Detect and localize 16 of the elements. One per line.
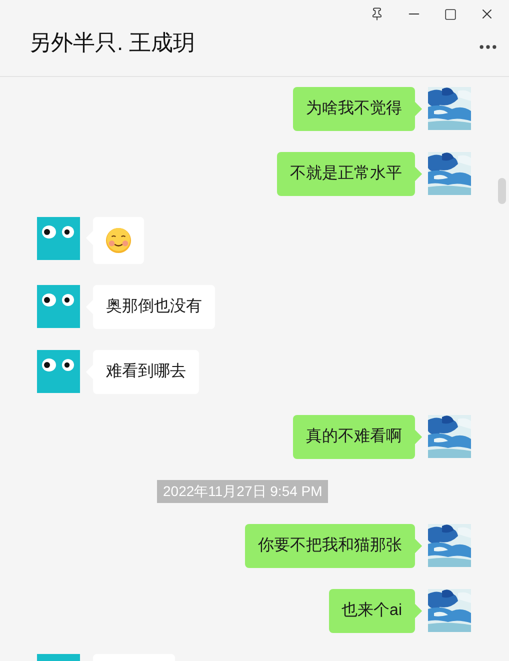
avatar[interactable] <box>37 350 80 393</box>
pin-icon[interactable] <box>370 7 384 21</box>
message-text: 不就是正常水平 <box>290 164 402 184</box>
message-text: 为啥我不觉得 <box>306 98 402 119</box>
timestamp: 2022年11月27日 9:54 PM <box>157 480 328 503</box>
message-text: 真的不难看啊 <box>306 426 402 447</box>
maximize-icon[interactable] <box>444 8 457 20</box>
avatar[interactable] <box>37 217 80 260</box>
scrollbar[interactable] <box>498 178 506 204</box>
message-text: 奥那倒也没有 <box>106 296 202 317</box>
message-text: 难看到哪去 <box>106 362 186 382</box>
window-title: 另外半只. 王成玥 <box>29 29 196 57</box>
avatar[interactable] <box>37 285 80 328</box>
smiling-face-icon <box>105 227 132 254</box>
message-text: 你要不把我和猫那张 <box>258 536 402 556</box>
message-text: 也来个ai <box>342 600 402 621</box>
